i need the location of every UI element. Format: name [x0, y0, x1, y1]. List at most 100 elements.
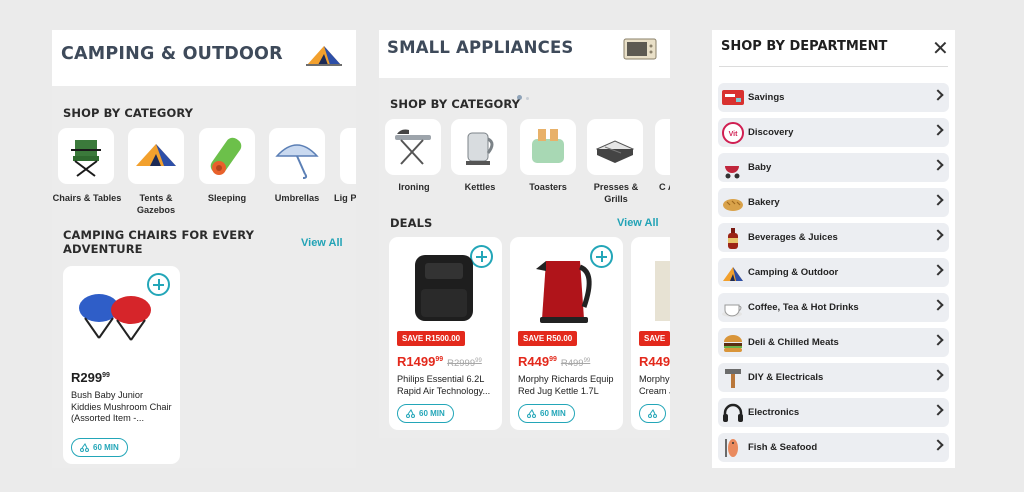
department-beverages[interactable]: Beverages & Juices [718, 223, 949, 252]
category-kettles[interactable] [451, 119, 507, 175]
bottle-icon [728, 228, 738, 249]
department-label: Bakery [748, 197, 780, 208]
department-label: Coffee, Tea & Hot Drinks [748, 302, 859, 313]
page-title: SMALL APPLIANCES [387, 38, 574, 57]
tent-icon [723, 267, 743, 281]
product-image [415, 255, 473, 321]
delivery-scooter-icon [406, 409, 415, 418]
section-title-deals: CAMPING CHAIRS FOR EVERY ADVENTURE [63, 228, 254, 256]
bread-icon [723, 199, 743, 211]
department-label: Electronics [748, 407, 800, 418]
department-fish[interactable]: Fish & Seafood [718, 433, 949, 462]
umbrella-icon [275, 144, 319, 179]
product-name: Morphy Cream J [639, 374, 670, 396]
camping-outdoor-screen: CAMPING & OUTDOOR SHOP BY CATEGORY Chair… [52, 30, 356, 468]
category-label: Presses & Grills [593, 182, 639, 204]
category-lighting[interactable] [340, 128, 356, 184]
category-chairs-tables[interactable] [58, 128, 114, 184]
save-badge: SAVE [639, 331, 670, 346]
department-bakery[interactable]: Bakery [718, 188, 949, 217]
chevron-right-icon [932, 89, 944, 101]
small-appliances-screen: SMALL APPLIANCES SHOP BY CATEGORY Ironin… [379, 30, 670, 438]
product-image [655, 261, 670, 321]
section-title-categories: SHOP BY CATEGORY [390, 97, 521, 111]
product-card[interactable]: SAVE R50.00 R44999 R49999 Morphy Richards… [510, 237, 623, 430]
product-image [536, 261, 592, 323]
department-camping[interactable]: Camping & Outdoor [718, 258, 949, 287]
product-name: Philips Essential 6.2L Rapid Air Technol… [397, 374, 491, 396]
department-label: Camping & Outdoor [748, 267, 839, 278]
discovery-icon: Vit [722, 122, 744, 144]
menu-title: SHOP BY DEPARTMENT [721, 39, 888, 54]
fish-icon [725, 439, 738, 457]
microwave-icon [623, 38, 657, 60]
chevron-right-icon [932, 124, 944, 136]
category-coffee[interactable] [655, 119, 670, 175]
product-card[interactable]: SAVE R449 Morphy Cream J [631, 237, 670, 430]
view-all-link[interactable]: View All [617, 217, 659, 229]
save-badge: SAVE R50.00 [518, 331, 578, 346]
delivery-scooter-icon [80, 443, 89, 452]
view-all-link[interactable]: View All [301, 237, 343, 249]
sleeping-bag-icon [210, 137, 242, 175]
category-label: Umbrellas [274, 193, 320, 203]
chevron-right-icon [932, 439, 944, 451]
category-sleeping[interactable] [199, 128, 255, 184]
delivery-scooter-icon [648, 409, 657, 418]
product-name: Bush Baby Junior Kiddies Mushroom Chair … [71, 390, 172, 423]
headphones-icon [723, 403, 743, 422]
pram-icon [725, 166, 740, 179]
department-label: Discovery [748, 127, 794, 138]
category-ironing[interactable] [385, 119, 441, 175]
product-name: Morphy Richards Equip Red Jug Kettle 1.7… [518, 374, 614, 396]
divider [719, 66, 948, 67]
department-coffee[interactable]: Coffee, Tea & Hot Drinks [718, 293, 949, 322]
close-icon[interactable]: ✕ [932, 36, 949, 61]
department-label: Beverages & Juices [748, 232, 838, 243]
section-title-deals: DEALS [390, 216, 433, 230]
was-price: R49999 [560, 358, 591, 369]
category-toasters[interactable] [520, 119, 576, 175]
department-deli[interactable]: Deli & Chilled Meats [718, 328, 949, 357]
ironing-board-icon [395, 129, 431, 165]
department-diy[interactable]: DIY & Electricals [718, 363, 949, 392]
category-label: Tents & Gazebos [136, 193, 176, 215]
department-label: Fish & Seafood [748, 442, 818, 453]
save-badge: SAVE R1500.00 [397, 331, 466, 346]
burger-icon [724, 335, 742, 352]
department-savings[interactable]: Savings [718, 83, 949, 112]
was-price: R299999 [447, 358, 482, 369]
savings-card-icon [722, 90, 744, 105]
category-label: Ironing [398, 182, 430, 192]
carousel-dot[interactable] [526, 97, 529, 100]
tent-icon [136, 144, 176, 166]
department-menu: SHOP BY DEPARTMENT ✕ Savings Vit Discove… [712, 30, 955, 468]
folding-chair-icon [71, 140, 101, 177]
product-card[interactable]: R29999 Bush Baby Junior Kiddies Mushroom… [63, 266, 180, 464]
delivery-scooter-icon [527, 409, 536, 418]
chevron-right-icon [932, 159, 944, 171]
department-label: DIY & Electricals [748, 372, 824, 383]
section-title-categories: SHOP BY CATEGORY [63, 106, 194, 120]
category-label: C Ap [659, 182, 670, 192]
product-card[interactable]: SAVE R1500.00 R149999 R299999 Philips Ess… [389, 237, 502, 430]
category-label: Toasters [529, 182, 567, 192]
department-electronics[interactable]: Electronics [718, 398, 949, 427]
chevron-right-icon [932, 334, 944, 346]
toaster-icon [532, 129, 564, 163]
product-price: R29999 [71, 370, 110, 385]
kettle-icon [466, 132, 494, 165]
department-label: Deli & Chilled Meats [748, 337, 839, 348]
delivery-badge: 60 MIN [71, 438, 128, 457]
category-label: Sleeping [207, 193, 247, 203]
delivery-badge: 60 MIN [518, 404, 575, 423]
chevron-right-icon [932, 194, 944, 206]
department-baby[interactable]: Baby [718, 153, 949, 182]
category-presses-grills[interactable] [587, 119, 643, 175]
category-umbrellas[interactable] [269, 128, 325, 184]
category-label: Kettles [464, 182, 496, 192]
category-tents-gazebos[interactable] [128, 128, 184, 184]
chevron-right-icon [932, 369, 944, 381]
department-label: Baby [748, 162, 772, 173]
department-discovery[interactable]: Vit Discovery [718, 118, 949, 147]
